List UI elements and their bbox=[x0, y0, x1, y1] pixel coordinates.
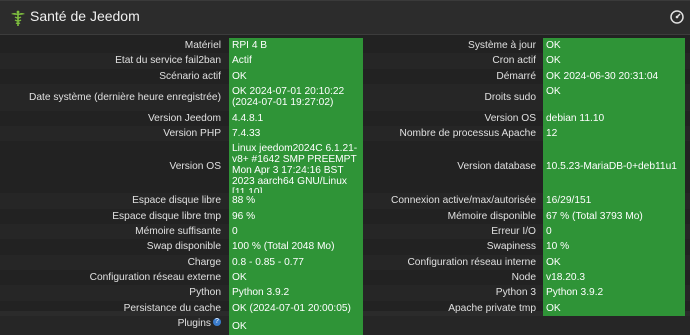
row-value: OK bbox=[229, 68, 363, 84]
row-label: Version PHP bbox=[163, 128, 221, 140]
table-row: Matériel RPI 4 B Système à jour OK bbox=[0, 38, 690, 54]
row-label: Persistance du cache bbox=[123, 302, 221, 314]
row-label: Version OS bbox=[484, 112, 536, 124]
table-row: Espace disque libre tmp 96 % Mémoire dis… bbox=[0, 208, 690, 225]
table-row: Version PHP 7.4.33 Nombre de processus A… bbox=[0, 126, 690, 142]
medical-caduceus-icon bbox=[11, 10, 25, 26]
row-value: 96 % bbox=[229, 208, 363, 225]
row-value: Linux jeedom2024C 6.1.21-v8+ #1642 SMP P… bbox=[229, 141, 363, 198]
row-label: Mémoire disponible bbox=[447, 210, 536, 222]
table-row: Scénario actif OK Démarré OK 2024-06-30 … bbox=[0, 68, 690, 84]
row-value: 7.4.33 bbox=[229, 126, 363, 142]
row-value: OK bbox=[543, 38, 685, 54]
row-value: 67 % (Total 3793 Mo) bbox=[543, 208, 685, 225]
row-value: OK bbox=[229, 269, 363, 286]
row-value: 10.5.23-MariaDB-0+deb11u1 bbox=[543, 141, 685, 194]
row-value: Python 3.9.2 bbox=[543, 285, 685, 301]
panel-header: Santé de Jeedom bbox=[0, 1, 690, 35]
row-label: Erreur I/O bbox=[491, 226, 536, 238]
table-row: Version OS Linux jeedom2024C 6.1.21-v8+ … bbox=[0, 141, 690, 198]
row-label: Espace disque libre tmp bbox=[112, 210, 221, 222]
row-value: OK bbox=[543, 254, 685, 270]
row-value: OK bbox=[229, 315, 363, 335]
row-label: Matériel bbox=[184, 40, 221, 51]
row-label: Connexion active/max/autorisée bbox=[391, 195, 536, 207]
row-label: Swap disponible bbox=[146, 241, 221, 253]
table-row: Date système (dernière heure enregistrée… bbox=[0, 83, 690, 111]
table-row: Espace disque libre 88 % Connexion activ… bbox=[0, 193, 690, 209]
row-value: OK bbox=[543, 83, 685, 111]
row-value: OK bbox=[543, 53, 685, 69]
row-value: 0 bbox=[229, 224, 363, 240]
row-value: 88 % bbox=[229, 193, 363, 209]
row-value: Actif bbox=[229, 53, 363, 69]
row-label: Version Jeedom bbox=[147, 112, 221, 124]
row-label: Version database bbox=[457, 161, 536, 173]
row-label: Swapiness bbox=[486, 241, 536, 253]
row-label: Etat du service fail2ban bbox=[115, 55, 221, 67]
row-label: Configuration réseau externe bbox=[89, 271, 221, 283]
plugins-label: Plugins? bbox=[0, 316, 227, 335]
row-label: Nombre de processus Apache bbox=[399, 128, 536, 140]
row-label: Configuration réseau interne bbox=[407, 256, 536, 268]
table-row: Persistance du cache OK (2024-07-01 20:0… bbox=[0, 300, 690, 316]
table-row: Configuration réseau externe OK Node v18… bbox=[0, 269, 690, 286]
row-label: Charge bbox=[187, 256, 221, 268]
row-label: Python bbox=[189, 287, 221, 299]
row-value: 12 bbox=[543, 126, 685, 142]
table-row: Python Python 3.9.2 Python 3 Python 3.9.… bbox=[0, 285, 690, 301]
health-table: Matériel RPI 4 B Système à jour OK Etat … bbox=[0, 38, 690, 335]
table-row: Etat du service fail2ban Actif Cron acti… bbox=[0, 53, 690, 69]
table-row: Swap disponible 100 % (Total 2048 Mo) Sw… bbox=[0, 239, 690, 255]
row-value: OK 2024-06-30 20:31:04 bbox=[543, 68, 685, 84]
row-value: RPI 4 B bbox=[229, 38, 363, 54]
row-label: Plugins bbox=[177, 317, 211, 329]
row-label: Scénario actif bbox=[159, 70, 221, 82]
row-label: Système à jour bbox=[468, 40, 536, 51]
row-label: Droits sudo bbox=[484, 91, 536, 103]
row-value: v18.20.3 bbox=[543, 269, 685, 286]
table-row: Charge 0.8 - 0.85 - 0.77 Configuration r… bbox=[0, 254, 690, 270]
health-panel: Santé de Jeedom Matériel RPI 4 B Système… bbox=[0, 0, 690, 335]
row-label: Cron actif bbox=[492, 55, 536, 67]
row-label: Démarré bbox=[496, 70, 536, 82]
row-value: OK 2024-07-01 20:10:22 (2024-07-01 19:27… bbox=[229, 83, 363, 111]
row-label: Apache private tmp bbox=[448, 302, 536, 314]
table-row: Mémoire suffisante 0 Erreur I/O 0 bbox=[0, 224, 690, 240]
table-row: Plugins? OK bbox=[0, 315, 690, 335]
row-label: Version OS bbox=[169, 161, 221, 173]
gauge-icon[interactable] bbox=[670, 10, 684, 24]
row-label: Node bbox=[511, 271, 536, 283]
table-row: Version Jeedom 4.4.8.1 Version OS debian… bbox=[0, 110, 690, 127]
row-value: Python 3.9.2 bbox=[229, 285, 363, 301]
row-value: 4.4.8.1 bbox=[229, 110, 363, 127]
row-value: 16/29/151 bbox=[543, 193, 685, 209]
row-value: 100 % (Total 2048 Mo) bbox=[229, 239, 363, 255]
row-value: 10 % bbox=[543, 239, 685, 255]
row-value: debian 11.10 bbox=[543, 110, 685, 127]
row-label: Date système (dernière heure enregistrée… bbox=[29, 91, 221, 103]
panel-title: Santé de Jeedom bbox=[30, 8, 140, 24]
row-label: Espace disque libre bbox=[132, 195, 221, 207]
row-label: Python 3 bbox=[495, 287, 536, 299]
row-value: OK (2024-07-01 20:00:05) bbox=[229, 300, 363, 316]
row-label: Mémoire suffisante bbox=[135, 226, 221, 238]
row-value: 0.8 - 0.85 - 0.77 bbox=[229, 254, 363, 270]
row-value: 0 bbox=[543, 224, 685, 240]
help-icon[interactable]: ? bbox=[213, 317, 221, 326]
row-value: OK bbox=[543, 300, 685, 316]
